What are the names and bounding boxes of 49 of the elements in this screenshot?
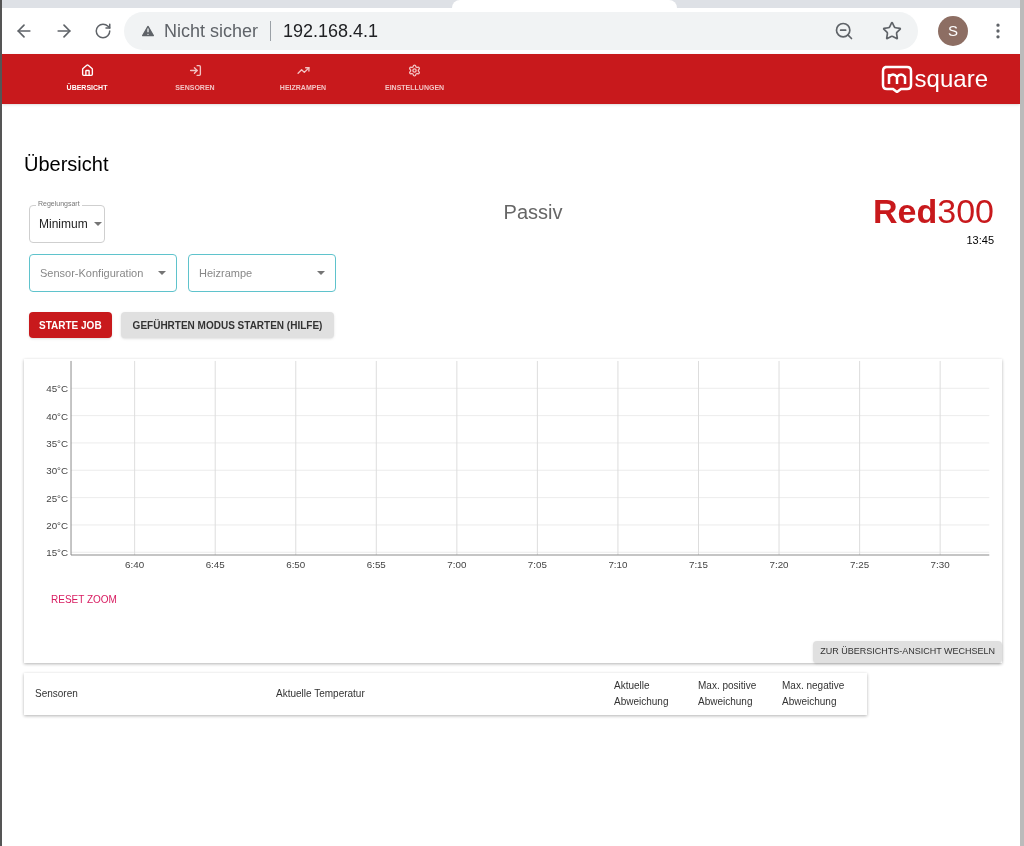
column-header: Max. positive Abweichung — [698, 679, 758, 709]
column-header: Max. negative Abweichung — [782, 679, 846, 709]
y-tick-label: 15°C — [46, 547, 69, 559]
caret-icon — [158, 271, 166, 275]
y-tick-label: 35°C — [46, 437, 69, 449]
caret-icon — [93, 222, 102, 226]
model-logo: Red300 — [873, 194, 994, 228]
y-tick-label: 40°C — [46, 410, 69, 422]
home-icon — [80, 64, 94, 78]
switch-view-button[interactable]: ZUR ÜBERSICHTS-ANSICHT WECHSELN — [813, 641, 1002, 663]
column-header: Aktuelle Temperatur — [276, 687, 366, 701]
y-tick-label: 30°C — [46, 465, 69, 477]
status-text: Passiv — [502, 200, 564, 225]
dropdown-field[interactable]: Heizrampe — [188, 254, 336, 292]
x-tick-label: 7:25 — [850, 558, 870, 570]
warning-icon — [140, 23, 156, 39]
reset-zoom-button[interactable]: RESET ZOOM — [51, 592, 117, 607]
x-tick-label: 6:50 — [286, 558, 306, 570]
security-label: Nicht sicher — [164, 19, 259, 43]
zoom-out-icon[interactable] — [834, 21, 854, 41]
reload-icon[interactable] — [94, 22, 112, 40]
x-tick-label: 7:30 — [930, 558, 950, 570]
column-header: Sensoren — [34, 687, 79, 701]
logo-text: square — [914, 67, 988, 91]
logo-icon — [880, 65, 913, 93]
x-tick-label: 6:40 — [125, 558, 145, 570]
x-tick-label: 7:15 — [688, 558, 709, 570]
url-text: 192.168.4.1 — [283, 19, 379, 43]
x-tick-label: 7:20 — [769, 558, 789, 570]
settings-icon — [408, 64, 422, 78]
start-job-button[interactable]: STARTE JOB — [29, 312, 112, 338]
page-title: Übersicht — [24, 152, 110, 177]
y-tick-label: 25°C — [46, 492, 69, 504]
address-bar[interactable]: Nicht sicher 192.168.4.1 — [124, 12, 918, 50]
dropdown-field[interactable]: Sensor-Konfiguration — [29, 254, 177, 292]
profile-avatar[interactable]: S — [938, 16, 968, 46]
x-tick-label: 7:00 — [447, 558, 467, 570]
caret-icon — [317, 271, 325, 275]
star-icon[interactable] — [882, 21, 902, 41]
clock-time: 13:45 — [966, 233, 994, 248]
column-header: Aktuelle Abweichung — [614, 679, 670, 709]
y-tick-label: 45°C — [46, 383, 69, 395]
x-tick-label: 7:05 — [527, 558, 547, 570]
x-tick-label: 6:45 — [205, 558, 225, 570]
x-tick-label: 6:55 — [366, 558, 386, 570]
login-icon — [188, 64, 202, 78]
x-tick-label: 7:10 — [608, 558, 628, 570]
y-tick-label: 20°C — [46, 519, 69, 531]
guided-mode-button[interactable]: GEFÜHRTEN MODUS STARTEN (HILFE) — [120, 312, 335, 338]
